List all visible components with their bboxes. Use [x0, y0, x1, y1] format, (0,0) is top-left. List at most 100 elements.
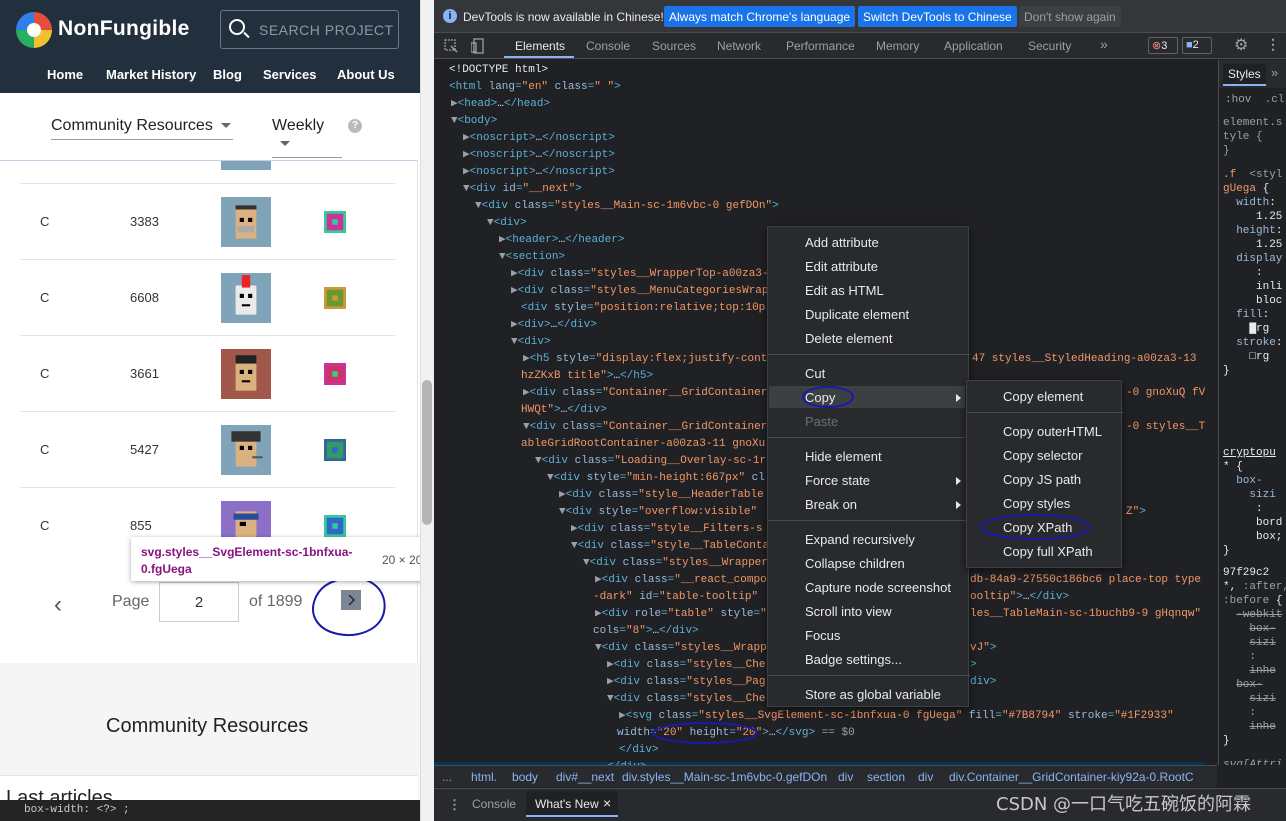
dom-line[interactable]: <html lang="en" class=" "> [449, 79, 621, 96]
dom-line[interactable]: ableGridRootContainer-a00za3-11 gnoXu [521, 436, 765, 453]
dom-line[interactable]: ▶<div class="Container__GridContainer [523, 385, 767, 402]
close-icon[interactable]: × [603, 795, 611, 811]
dom-line[interactable]: les__TableMain-sc-1buchb9-9 gHqnqw" [970, 606, 1201, 623]
menu-focus[interactable]: Focus [805, 628, 840, 643]
dom-line[interactable]: ▼<div id="__next"> [463, 181, 582, 198]
styles-pane[interactable]: :hov .cl element.s tyle { } .f <styl gUe… [1218, 60, 1286, 765]
dom-line[interactable]: ▶<noscript>…</noscript> [463, 147, 615, 164]
search-box[interactable] [220, 10, 399, 49]
help-icon[interactable]: ? [348, 119, 362, 133]
menu-scroll-into-view[interactable]: Scroll into view [805, 604, 892, 619]
styles-hov-cls[interactable]: :hov .cl [1225, 94, 1284, 106]
logo-text[interactable]: NonFungible [58, 17, 190, 41]
nav-home[interactable]: Home [47, 67, 83, 82]
dom-line[interactable]: Z"> [1126, 504, 1146, 521]
dom-line[interactable]: div> [970, 674, 996, 691]
tab-network[interactable]: Network [717, 39, 761, 53]
pixel-thumbnail[interactable] [324, 211, 346, 233]
dom-line[interactable]: cols="8">…</div> [593, 623, 699, 640]
tab-console[interactable]: Console [586, 39, 630, 53]
tab-application[interactable]: Application [944, 39, 1003, 53]
dom-line[interactable]: ▶<noscript>…</noscript> [463, 130, 615, 147]
dom-line[interactable]: ▼<section> [499, 249, 565, 266]
dom-line[interactable]: -0 styles__T [1126, 419, 1205, 436]
dom-line[interactable]: ▼<div> [511, 334, 551, 351]
table-row[interactable]: C 6608 [20, 260, 395, 336]
search-input[interactable] [259, 20, 397, 40]
tab-sources[interactable]: Sources [652, 39, 696, 53]
punk-image[interactable] [221, 425, 271, 475]
match-language-button[interactable]: Always match Chrome's language [664, 6, 856, 27]
dom-line[interactable]: ▶<div class="style__Filters-s [571, 521, 762, 538]
dom-line[interactable]: ▶<noscript>…</noscript> [463, 164, 615, 181]
dom-line[interactable]: db-84a9-27550c186bc6 place-top type [970, 572, 1201, 589]
menu-hide-element[interactable]: Hide element [805, 449, 882, 464]
dom-line[interactable]: vJ"> [970, 640, 996, 657]
period-select[interactable]: Weekly [272, 117, 342, 158]
drawer-tab-whats-new[interactable]: What's New [535, 797, 599, 811]
menu-capture-node-screenshot[interactable]: Capture node screenshot [805, 580, 951, 595]
dom-line[interactable]: ▶<div class="styles__Pag [607, 674, 765, 691]
submenu-copy-outerhtml[interactable]: Copy outerHTML [1003, 424, 1102, 439]
breadcrumb-item[interactable]: body [512, 770, 538, 784]
punk-image[interactable] [221, 349, 271, 399]
tab-memory[interactable]: Memory [876, 39, 919, 53]
dom-line[interactable]: <div style="position:relative;top:10p [521, 300, 765, 317]
breadcrumb-item[interactable]: div.Container__GridContainer-kiy92a-0.Ro… [949, 770, 1194, 784]
table-row[interactable]: C 3661 [20, 336, 395, 412]
dom-line[interactable]: ▼<div class="style__TableConta [571, 538, 769, 555]
submenu-copy-full-xpath[interactable]: Copy full XPath [1003, 544, 1093, 559]
breadcrumb-item[interactable]: div [918, 770, 933, 784]
dom-line[interactable]: ▶<div>…</div> [511, 317, 597, 334]
menu-edit-attribute[interactable]: Edit attribute [805, 259, 878, 274]
page-number-input[interactable] [159, 582, 239, 622]
switch-chinese-button[interactable]: Switch DevTools to Chinese [858, 6, 1017, 27]
dom-line[interactable]: ▶<div class="style__HeaderTable [559, 487, 764, 504]
dom-line[interactable]: ▶<h5 style="display:flex;justify-cont [523, 351, 767, 368]
menu-duplicate-element[interactable]: Duplicate element [805, 307, 909, 322]
menu-paste[interactable]: Paste [805, 414, 838, 429]
menu-add-attribute[interactable]: Add attribute [805, 235, 879, 250]
dom-line[interactable]: ▼<body> [451, 113, 497, 130]
pixel-thumbnail[interactable] [324, 515, 346, 537]
dom-line[interactable]: ▶<div class="__react_compo [595, 572, 767, 589]
dom-line[interactable]: ▼<div class="styles__Wrapper [583, 555, 768, 572]
inspect-element-icon[interactable] [444, 39, 458, 53]
dom-line[interactable]: ooltip">…</div> [970, 589, 1069, 606]
dom-line[interactable]: ▼<div> [487, 215, 527, 232]
drawer-tab-console[interactable]: Console [472, 797, 516, 811]
menu-delete-element[interactable]: Delete element [805, 331, 892, 346]
breadcrumb-item[interactable]: section [867, 770, 905, 784]
tab-styles[interactable]: Styles [1223, 64, 1266, 86]
dom-line[interactable]: ▶<div class="styles__WrapperTop-a00za3- [511, 266, 769, 283]
nav-about-us[interactable]: About Us [337, 67, 395, 82]
prev-page-button[interactable]: ‹ [54, 591, 62, 619]
breadcrumb-item[interactable]: html. [471, 770, 497, 784]
dom-line[interactable]: ▶<div class="styles__Che [607, 657, 765, 674]
messages-badge[interactable]: ■2 [1182, 37, 1212, 54]
tab-elements[interactable]: Elements [515, 39, 565, 53]
submenu-copy-js-path[interactable]: Copy JS path [1003, 472, 1081, 487]
submenu-copy-styles[interactable]: Copy styles [1003, 496, 1070, 511]
logo-icon[interactable] [16, 12, 52, 48]
dom-line[interactable]: -dark" id="table-tooltip" [593, 589, 758, 606]
page-scrollbar-thumb[interactable] [422, 380, 432, 525]
dom-line[interactable]: <!DOCTYPE html> [449, 62, 548, 79]
pixel-thumbnail[interactable] [324, 287, 346, 309]
dont-show-again-button[interactable]: Don't show again [1019, 6, 1121, 27]
menu-expand-recursively[interactable]: Expand recursively [805, 532, 915, 547]
menu-store-as-global-variable[interactable]: Store as global variable [805, 687, 941, 702]
menu-force-state[interactable]: Force state [805, 473, 870, 488]
dom-line[interactable]: HWQt">…</div> [521, 402, 607, 419]
dom-line[interactable]: ▶<head>…</head> [451, 96, 550, 113]
submenu-copy-element[interactable]: Copy element [1003, 389, 1083, 404]
device-toolbar-icon[interactable] [471, 38, 485, 54]
pixel-thumbnail[interactable] [324, 363, 346, 385]
dom-line[interactable]: ▶<div class="styles__MenuCategoriesWrap [511, 283, 769, 300]
punk-image[interactable] [221, 273, 271, 323]
breadcrumb-item[interactable]: div#__next [556, 770, 614, 784]
dom-line[interactable]: ▼<div style="overflow:visible" [559, 504, 757, 521]
menu-edit-as-html[interactable]: Edit as HTML [805, 283, 884, 298]
dom-line[interactable]: ▶<div role="table" style=" [595, 606, 767, 623]
dom-line[interactable]: 47 styles__StyledHeading-a00za3-13 [972, 351, 1196, 368]
